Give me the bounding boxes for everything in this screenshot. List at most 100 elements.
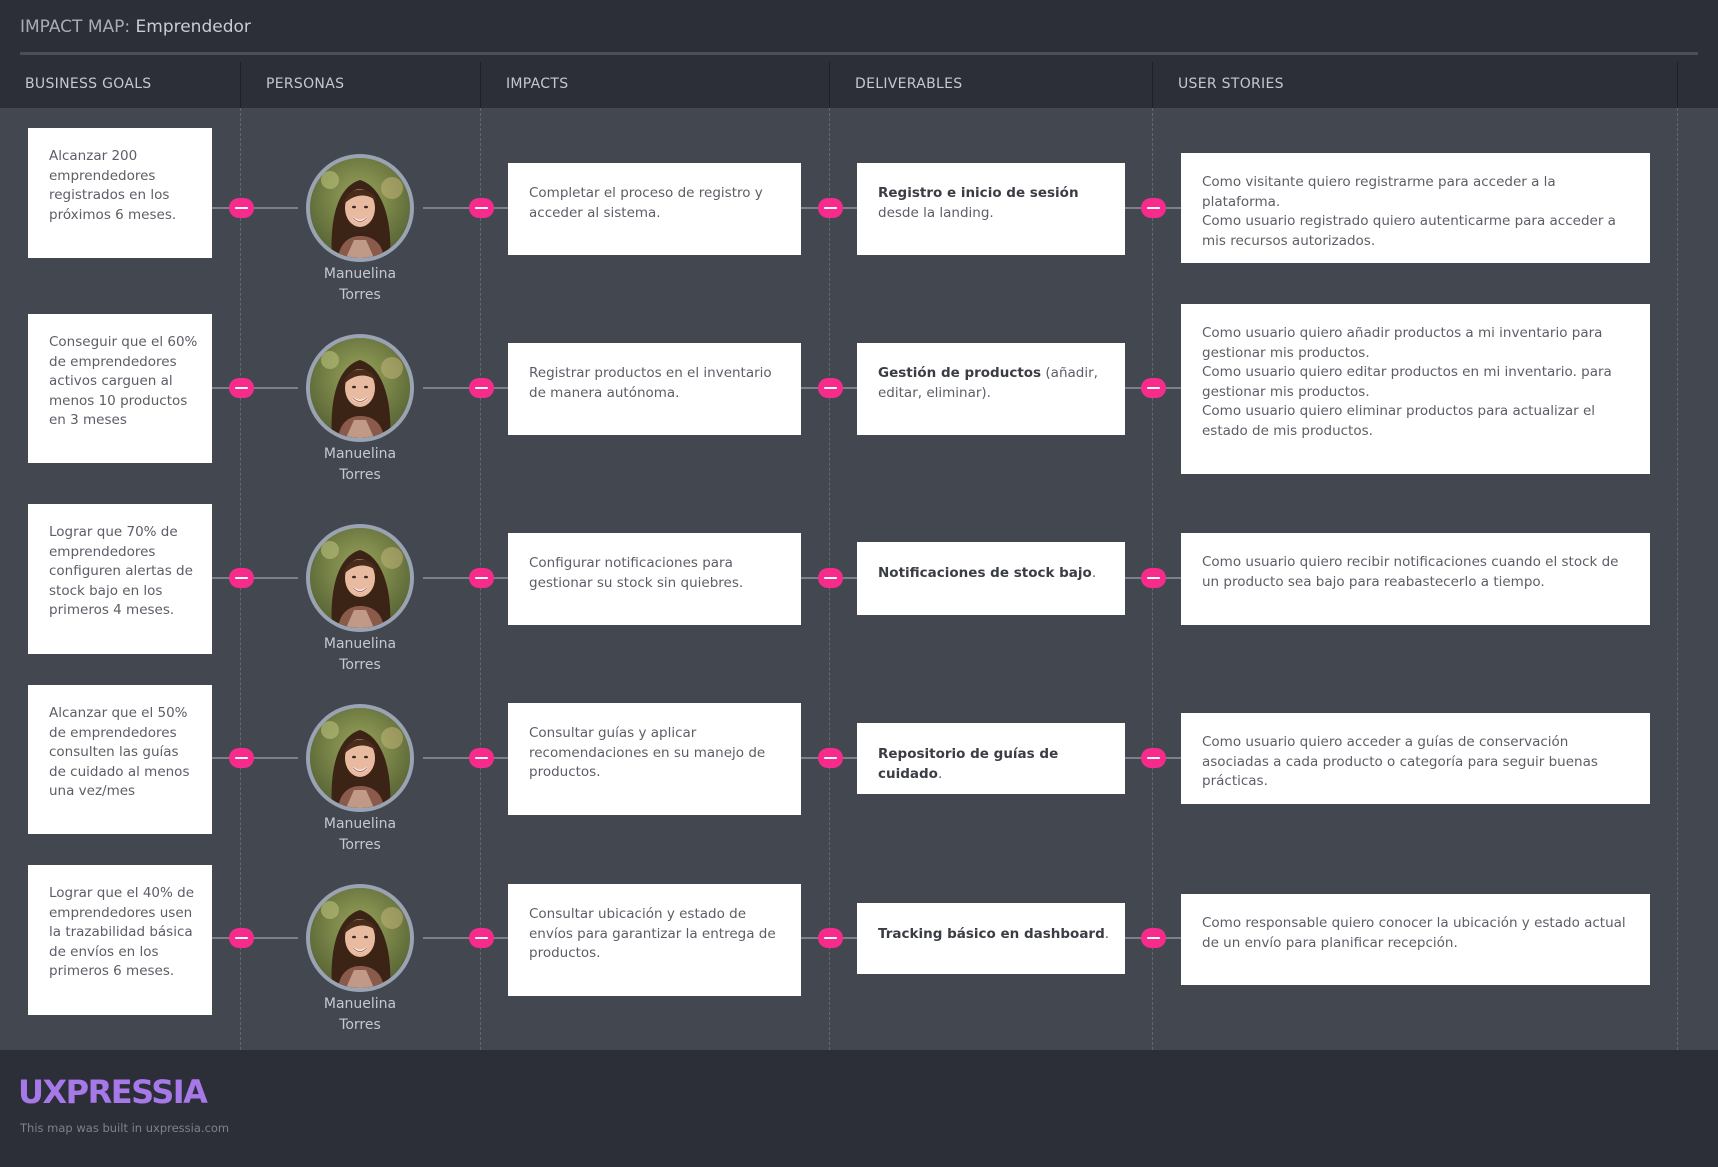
column-header-personas[interactable]: PERSONAS: [241, 62, 481, 108]
persona-name[interactable]: Manuelina Torres: [285, 994, 435, 1036]
connector-line: [212, 387, 298, 389]
collapse-connector-button[interactable]: [1140, 568, 1166, 588]
collapse-connector-button[interactable]: [228, 378, 254, 398]
user-stories-card-text: Como usuario quiero acceder a guías de c…: [1202, 733, 1636, 792]
column-separator: [1677, 108, 1678, 1050]
user-stories-card-text: Como usuario quiero añadir productos a m…: [1202, 324, 1636, 441]
business-goal-card[interactable]: Conseguir que el 60% de emprendedores ac…: [28, 314, 212, 463]
connector-line: [423, 937, 508, 939]
column-header-label: BUSINESS GOALS: [25, 76, 152, 92]
deliverable-card[interactable]: Notificaciones de stock bajo.: [857, 542, 1125, 615]
impact-card[interactable]: Consultar ubicación y estado de envíos p…: [508, 884, 801, 996]
collapse-connector-button[interactable]: [1140, 748, 1166, 768]
deliverable-card[interactable]: Gestión de productos (añadir, editar, el…: [857, 343, 1125, 435]
business-goal-card[interactable]: Lograr que 70% de emprendedores configur…: [28, 504, 212, 654]
persona-name[interactable]: Manuelina Torres: [285, 814, 435, 856]
business-goal-card[interactable]: Alcanzar que el 50% de emprendedores con…: [28, 685, 212, 834]
user-stories-card[interactable]: Como usuario quiero acceder a guías de c…: [1181, 713, 1650, 804]
persona-name[interactable]: Manuelina Torres: [285, 264, 435, 306]
persona-avatar[interactable]: [306, 524, 414, 632]
column-header-user-stories[interactable]: USER STORIES: [1153, 62, 1678, 108]
business-goal-card-text: Lograr que 70% de emprendedores configur…: [49, 523, 198, 621]
persona-avatar[interactable]: [306, 704, 414, 812]
persona-name[interactable]: Manuelina Torres: [285, 634, 435, 676]
persona-first-name: Manuelina: [323, 266, 397, 282]
persona-avatar[interactable]: [306, 884, 414, 992]
connector-line: [212, 757, 298, 759]
persona-first-name: Manuelina: [323, 636, 397, 652]
persona-avatar[interactable]: [306, 334, 414, 442]
uxpressia-logo[interactable]: UXPRESSIA: [18, 1073, 208, 1111]
collapse-connector-button[interactable]: [468, 748, 494, 768]
deliverable-card-text: Repositorio de guías de cuidado.: [878, 745, 1111, 784]
persona-name[interactable]: Manuelina Torres: [285, 444, 435, 486]
user-stories-card[interactable]: Como usuario quiero añadir productos a m…: [1181, 304, 1650, 474]
collapse-connector-button[interactable]: [817, 198, 843, 218]
deliverable-rest: .: [1104, 926, 1110, 942]
collapse-connector-button[interactable]: [228, 928, 254, 948]
column-header-business-goals[interactable]: BUSINESS GOALS: [0, 62, 241, 108]
column-header-filler: [1678, 62, 1718, 108]
business-goal-card-text: Lograr que el 40% de emprendedores usen …: [49, 884, 198, 982]
impact-text: Consultar guías y aplicar recomendacione…: [529, 725, 766, 780]
user-stories-card[interactable]: Como visitante quiero registrarme para a…: [1181, 153, 1650, 263]
collapse-connector-button[interactable]: [468, 198, 494, 218]
title-divider: [20, 52, 1698, 55]
map-title-name[interactable]: Emprendedor: [136, 17, 251, 37]
impact-card[interactable]: Completar el proceso de registro y acced…: [508, 163, 801, 255]
impact-card[interactable]: Configurar notificaciones para gestionar…: [508, 533, 801, 625]
collapse-connector-button[interactable]: [817, 928, 843, 948]
built-with-note[interactable]: This map was built in uxpressia.com: [20, 1121, 229, 1135]
collapse-connector-button[interactable]: [468, 928, 494, 948]
collapse-connector-button[interactable]: [228, 198, 254, 218]
goal-text: Alcanzar que el 50% de emprendedores con…: [49, 705, 190, 799]
deliverable-card-text: Tracking básico en dashboard.: [878, 925, 1111, 945]
impact-text: Consultar ubicación y estado de envíos p…: [529, 906, 776, 961]
collapse-connector-button[interactable]: [817, 568, 843, 588]
column-header-deliverables[interactable]: DELIVERABLES: [830, 62, 1153, 108]
column-header-label: IMPACTS: [506, 76, 569, 92]
persona-last-name: Torres: [339, 467, 381, 483]
deliverable-rest: .: [1091, 565, 1097, 581]
collapse-connector-button[interactable]: [1140, 198, 1166, 218]
deliverable-card[interactable]: Registro e inicio de sesión desde la lan…: [857, 163, 1125, 255]
collapse-connector-button[interactable]: [1140, 928, 1166, 948]
collapse-connector-button[interactable]: [468, 378, 494, 398]
deliverable-card[interactable]: Repositorio de guías de cuidado.: [857, 723, 1125, 794]
collapse-connector-button[interactable]: [817, 748, 843, 768]
impact-map-board: BUSINESS GOALS PERSONAS IMPACTS DELIVERA…: [0, 62, 1718, 1050]
impact-card[interactable]: Registrar productos en el inventario de …: [508, 343, 801, 435]
goal-text: Conseguir que el 60% de emprendedores ac…: [49, 334, 198, 428]
story-line: Como usuario quiero añadir productos a m…: [1202, 325, 1603, 361]
collapse-connector-button[interactable]: [1140, 378, 1166, 398]
collapse-connector-button[interactable]: [228, 568, 254, 588]
persona-last-name: Torres: [339, 287, 381, 303]
impact-text: Completar el proceso de registro y acced…: [529, 185, 763, 221]
connector-line: [212, 937, 298, 939]
persona-last-name: Torres: [339, 657, 381, 673]
user-stories-card[interactable]: Como usuario quiero recibir notificacion…: [1181, 533, 1650, 625]
impact-text: Registrar productos en el inventario de …: [529, 365, 772, 401]
goal-text: Lograr que el 40% de emprendedores usen …: [49, 885, 195, 979]
collapse-connector-button[interactable]: [228, 748, 254, 768]
story-line: Como visitante quiero registrarme para a…: [1202, 174, 1556, 210]
persona-avatar[interactable]: [306, 154, 414, 262]
story-line: Como responsable quiero conocer la ubica…: [1202, 915, 1626, 951]
impact-card[interactable]: Consultar guías y aplicar recomendacione…: [508, 703, 801, 815]
deliverable-bold: Tracking básico en dashboard: [878, 926, 1105, 942]
collapse-connector-button[interactable]: [468, 568, 494, 588]
user-stories-card-text: Como responsable quiero conocer la ubica…: [1202, 914, 1636, 953]
column-header-impacts[interactable]: IMPACTS: [481, 62, 830, 108]
connector-line: [423, 577, 508, 579]
impact-text: Configurar notificaciones para gestionar…: [529, 555, 744, 591]
user-stories-card[interactable]: Como responsable quiero conocer la ubica…: [1181, 894, 1650, 985]
map-title: IMPACT MAP: Emprendedor: [20, 17, 251, 37]
impact-card-text: Consultar guías y aplicar recomendacione…: [529, 724, 787, 783]
persona-last-name: Torres: [339, 1017, 381, 1033]
impact-card-text: Consultar ubicación y estado de envíos p…: [529, 905, 787, 964]
business-goal-card[interactable]: Alcanzar 200 emprendedores registrados e…: [28, 128, 212, 258]
deliverable-card[interactable]: Tracking básico en dashboard.: [857, 903, 1125, 974]
collapse-connector-button[interactable]: [817, 378, 843, 398]
business-goal-card[interactable]: Lograr que el 40% de emprendedores usen …: [28, 865, 212, 1015]
story-line: Como usuario quiero eliminar productos p…: [1202, 403, 1596, 439]
